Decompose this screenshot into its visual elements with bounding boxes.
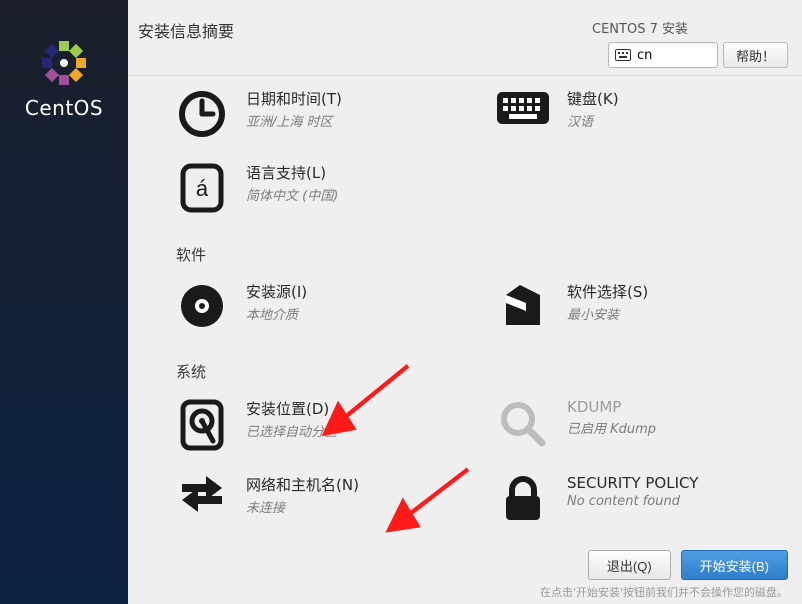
spoke-title: 语言支持(L) (246, 162, 338, 183)
spoke-subtitle: No content found (567, 494, 698, 509)
summary-body: 日期和时间(T) 亚洲/上海 时区 键盘(K) 汉语 á (128, 76, 802, 604)
spoke-title: 安装源(I) (246, 281, 307, 302)
disc-icon (174, 281, 230, 331)
spoke-subtitle: 已启用 Kdump (567, 418, 656, 437)
begin-install-button[interactable]: 开始安装(B) (681, 550, 788, 580)
spoke-subtitle: 最小安装 (567, 304, 648, 323)
lock-icon (495, 474, 551, 524)
spoke-network-hostname[interactable]: 网络和主机名(N) 未连接 (144, 468, 465, 540)
magnifier-icon (495, 398, 551, 450)
spoke-kdump[interactable]: KDUMP 已启用 Kdump (465, 392, 786, 468)
spoke-title: 安装位置(D) (246, 398, 337, 419)
spoke-installation-destination[interactable]: 安装位置(D) 已选择自动分区 (144, 392, 465, 468)
section-title-system: 系统 (176, 361, 786, 382)
keyboard-icon (615, 49, 631, 61)
spoke-title: 网络和主机名(N) (246, 474, 359, 495)
spoke-subtitle: 简体中文 (中国) (246, 185, 338, 204)
spoke-keyboard[interactable]: 键盘(K) 汉语 (465, 82, 786, 156)
harddrive-icon (174, 398, 230, 452)
spoke-title: 软件选择(S) (567, 281, 648, 302)
spoke-subtitle: 未连接 (246, 497, 359, 516)
spoke-installation-source[interactable]: 安装源(I) 本地介质 (144, 275, 465, 347)
network-arrows-icon (174, 474, 230, 518)
spoke-subtitle: 已选择自动分区 (246, 421, 337, 440)
spoke-language-support[interactable]: á 语言支持(L) 简体中文 (中国) (144, 156, 465, 230)
spoke-title: 键盘(K) (567, 88, 619, 109)
spoke-datetime[interactable]: 日期和时间(T) 亚洲/上海 时区 (144, 82, 465, 156)
clock-icon (174, 88, 230, 140)
help-button[interactable]: 帮助！ (723, 42, 788, 68)
spoke-subtitle: 亚洲/上海 时区 (246, 111, 342, 130)
quit-button[interactable]: 退出(Q) (588, 550, 671, 580)
spoke-title: SECURITY POLICY (567, 474, 698, 492)
spoke-title: 日期和时间(T) (246, 88, 342, 109)
bottom-hint: 在点击'开始安装'按钮前我们并不会操作您的磁盘。 (142, 584, 788, 604)
svg-text:á: á (196, 176, 209, 201)
product-name: CENTOS 7 安装 (592, 18, 688, 37)
section-title-software: 软件 (176, 244, 786, 265)
page-title: 安装信息摘要 (138, 18, 234, 42)
language-icon: á (174, 162, 230, 214)
keyboard-large-icon (495, 88, 551, 128)
spoke-software-selection[interactable]: 软件选择(S) 最小安装 (465, 275, 786, 347)
sidebar: CentOS (0, 0, 128, 604)
spoke-subtitle: 本地介质 (246, 304, 307, 323)
sidebar-brand: CentOS (25, 96, 103, 120)
main-panel: 安装信息摘要 CENTOS 7 安装 cn 帮助！ 日期和时间(T) 亚洲/上海… (128, 0, 802, 604)
spoke-title: KDUMP (567, 398, 656, 416)
centos-logo-icon (37, 36, 91, 90)
package-icon (495, 281, 551, 331)
bottombar: 退出(Q) 开始安装(B) 在点击'开始安装'按钮前我们并不会操作您的磁盘。 (128, 546, 802, 604)
topbar: 安装信息摘要 CENTOS 7 安装 cn 帮助！ (128, 0, 802, 76)
spoke-security-policy[interactable]: SECURITY POLICY No content found (465, 468, 786, 540)
spoke-subtitle: 汉语 (567, 111, 619, 130)
keyboard-layout-indicator[interactable]: cn (608, 42, 718, 68)
keyboard-layout-code: cn (637, 48, 652, 63)
